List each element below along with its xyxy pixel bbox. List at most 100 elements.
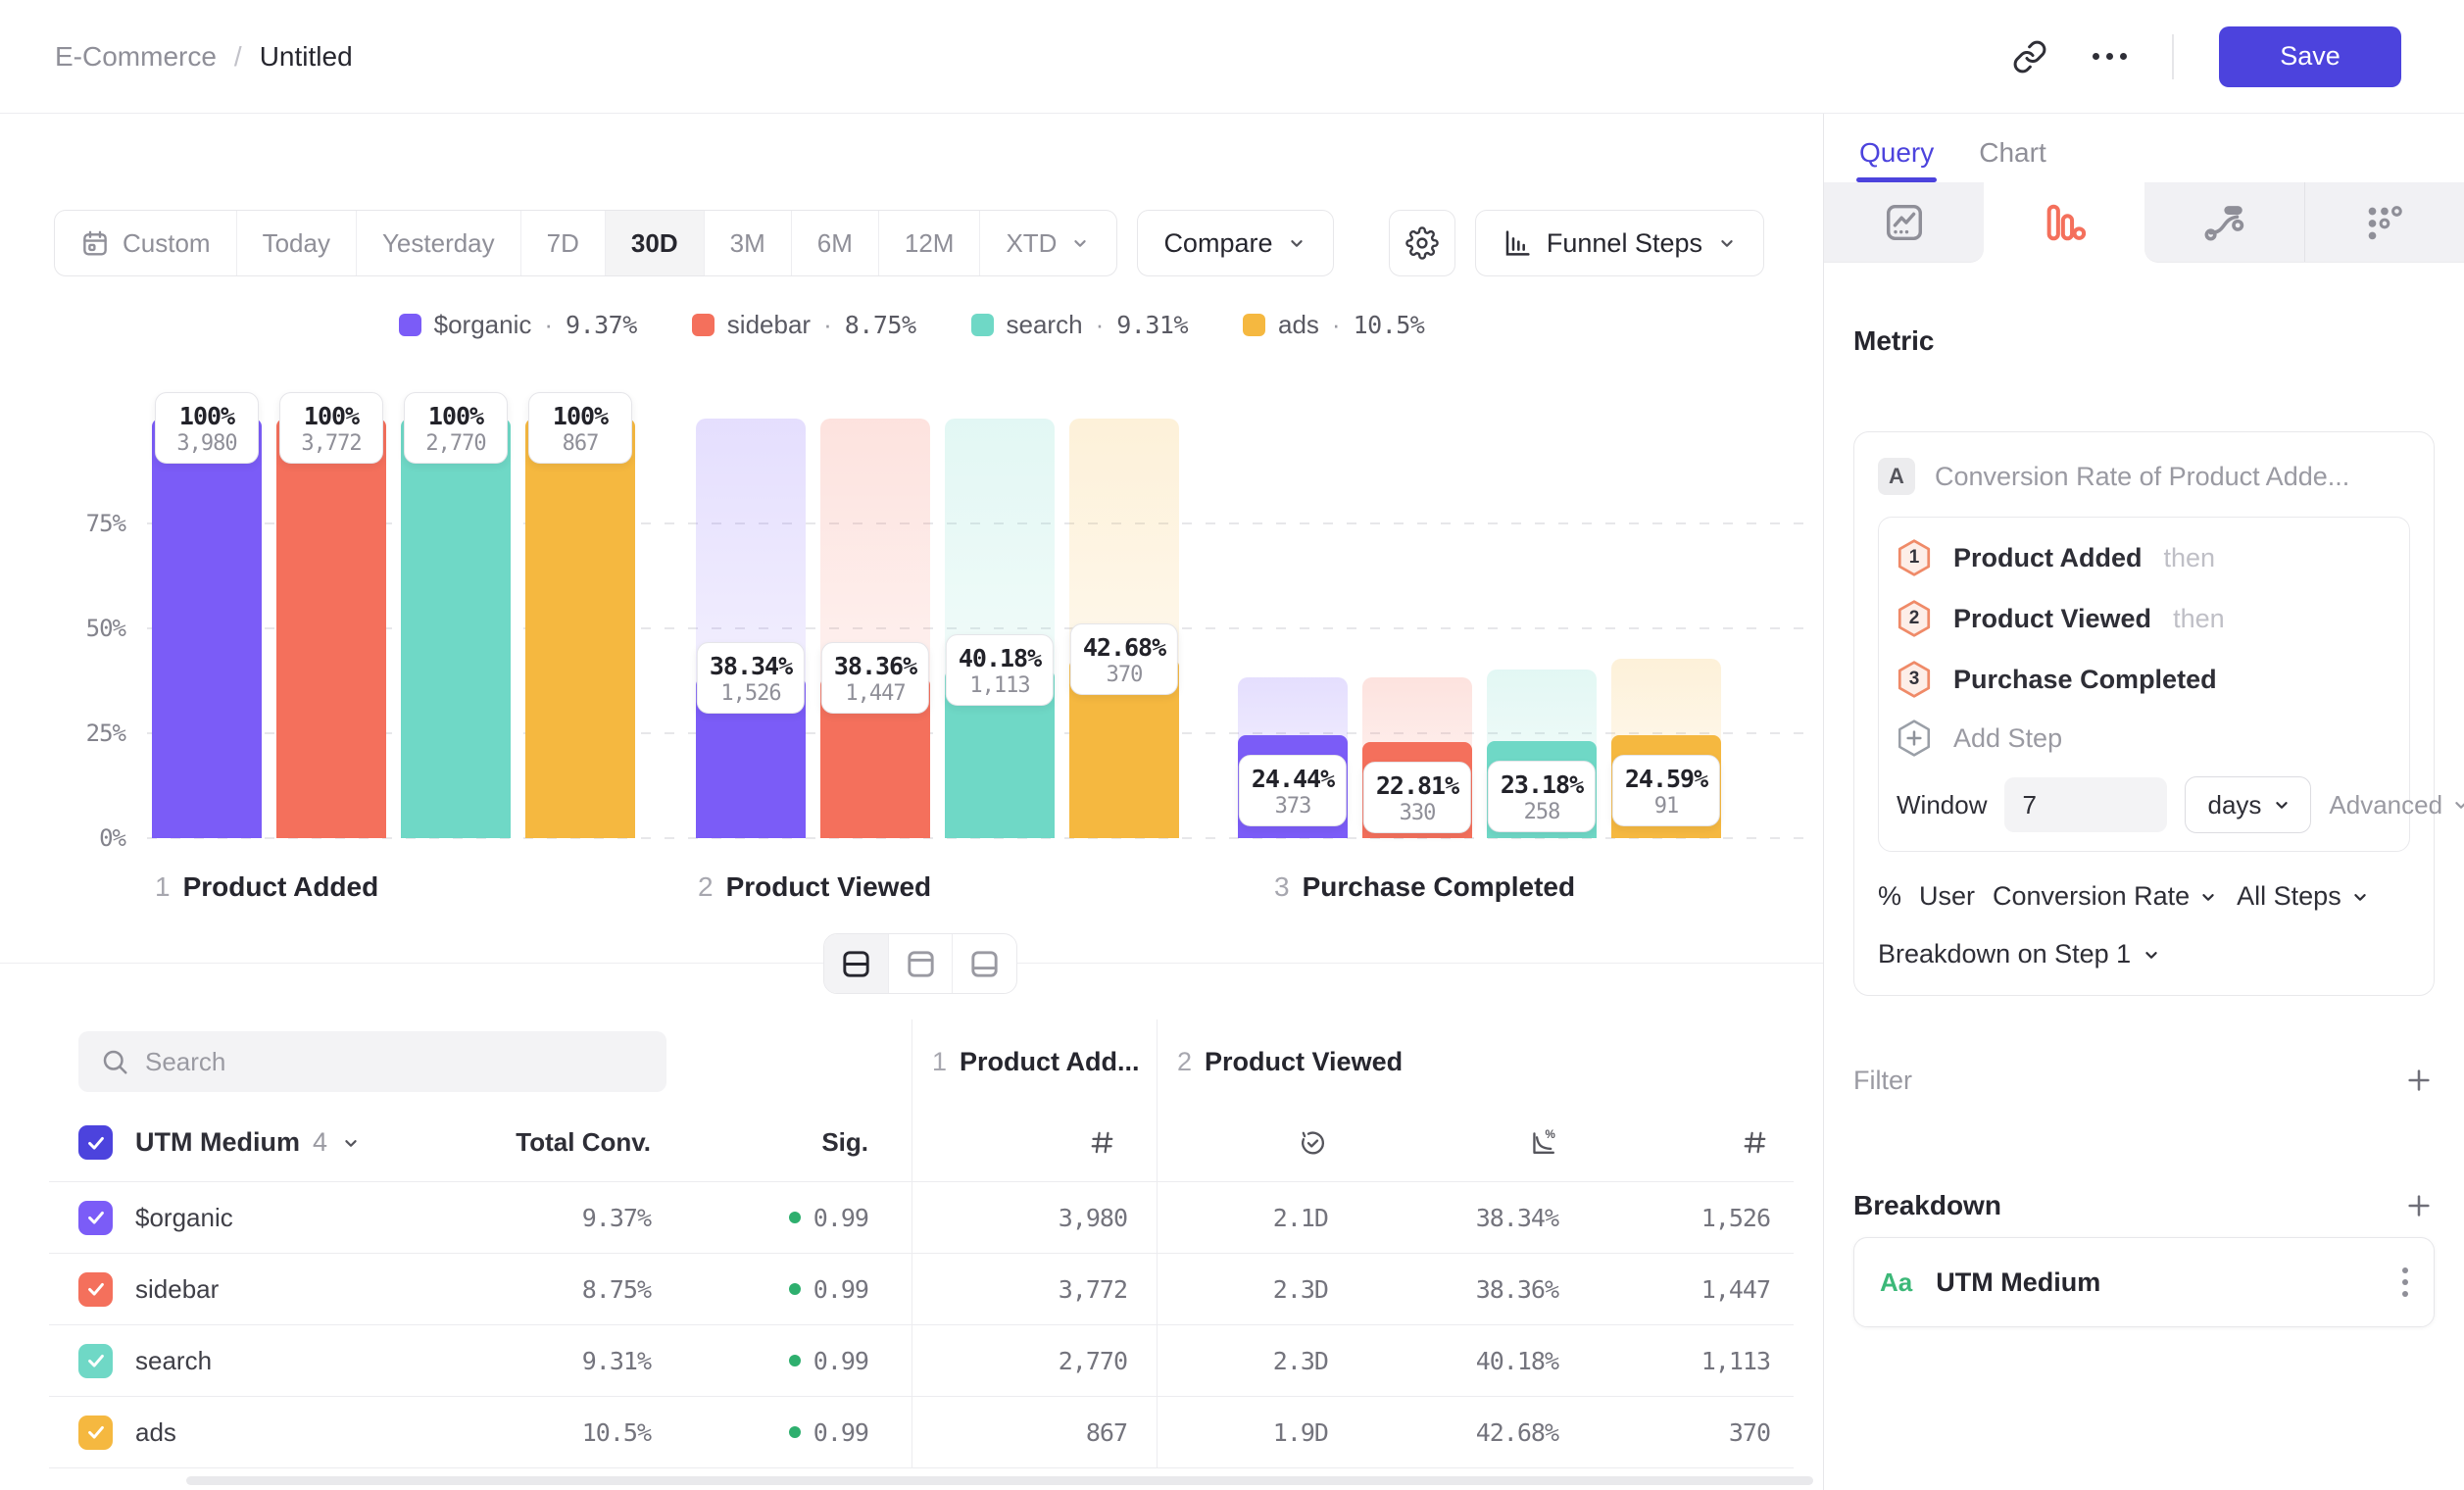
funnel-bar-ads[interactable]: 24.59%91 (1611, 419, 1721, 838)
metric-title-row[interactable]: A Conversion Rate of Product Adde... (1878, 458, 2410, 495)
row-step1-count: 867 (912, 1397, 1157, 1467)
step-badge-number: 3 (1897, 660, 1932, 699)
breakdown-item-utm-medium[interactable]: Aa UTM Medium (1853, 1237, 2435, 1327)
date-range-today[interactable]: Today (237, 211, 357, 275)
row-checkbox[interactable] (78, 1272, 113, 1307)
legend-item-ads[interactable]: ads·10.5% (1243, 310, 1424, 340)
window-unit-dropdown[interactable]: days (2185, 776, 2311, 833)
chart-settings-button[interactable] (1389, 210, 1455, 276)
chart-type-dropdown[interactable]: Funnel Steps (1475, 210, 1764, 276)
funnel-bar-ads[interactable]: 100%867 (525, 419, 635, 838)
select-all-checkbox[interactable] (78, 1125, 113, 1160)
step-name: Product Added (183, 871, 379, 903)
metric-step-3[interactable]: 3Purchase Completed (1897, 649, 2391, 710)
measure-metric-dropdown[interactable]: Conversion Rate (1993, 881, 2219, 912)
date-range-yesterday[interactable]: Yesterday (357, 211, 521, 275)
report-type-tab-retention-dots[interactable] (2304, 182, 2464, 263)
view-toggle-chart-only[interactable] (889, 934, 954, 993)
legend-label: ads (1278, 310, 1319, 340)
save-button[interactable]: Save (2219, 26, 2401, 87)
step1-count-header[interactable] (912, 1104, 1157, 1181)
chevron-down-icon (2141, 944, 2162, 966)
kebab-menu-icon[interactable] (2402, 1267, 2408, 1297)
date-range-12m[interactable]: 12M (879, 211, 981, 275)
bar-value-label: 40.18%1,113 (946, 634, 1054, 706)
legend-item-search[interactable]: search·9.31% (971, 310, 1188, 340)
breakdown-on-step-dropdown[interactable]: Breakdown on Step 1 (1878, 939, 2410, 969)
chart-legend: $organic·9.37%sidebar·8.75%search·9.31%a… (0, 310, 1823, 340)
date-range-xtd[interactable]: XTD (980, 211, 1116, 275)
date-range-label: Yesterday (382, 228, 495, 259)
date-range-30d[interactable]: 30D (606, 211, 705, 275)
metric-step-2[interactable]: 2Product Viewedthen (1897, 588, 2391, 649)
add-step-button[interactable]: Add Step (1897, 710, 2391, 767)
row-checkbox[interactable] (78, 1416, 113, 1450)
funnel-bar-sidebar[interactable]: 22.81%330 (1362, 419, 1472, 838)
advanced-dropdown[interactable]: Advanced (2329, 790, 2464, 820)
window-value-input[interactable] (2004, 777, 2167, 832)
tab-chart[interactable]: Chart (1979, 137, 2045, 182)
date-range-7d[interactable]: 7D (521, 211, 606, 275)
legend-item-organic[interactable]: $organic·9.37% (399, 310, 637, 340)
row-step2-pct: 40.18% (1367, 1325, 1598, 1396)
chevron-down-icon (2197, 886, 2219, 908)
table-row-organic: $organic9.37%0.993,9802.1D38.34%1,526 (49, 1182, 1794, 1254)
legend-separator: · (1332, 310, 1341, 340)
funnel-bar-search[interactable]: 40.18%1,113 (945, 419, 1055, 838)
legend-label: $organic (434, 310, 532, 340)
step-number: 3 (1274, 871, 1290, 903)
legend-item-sidebar[interactable]: sidebar·8.75% (692, 310, 916, 340)
view-toggle-split-view[interactable] (824, 934, 889, 993)
metric-step-1[interactable]: 1Product Addedthen (1897, 527, 2391, 588)
row-checkbox[interactable] (78, 1201, 113, 1235)
view-toggle-table-only[interactable] (953, 934, 1016, 993)
row-checkbox[interactable] (78, 1344, 113, 1378)
funnel-bar-search[interactable]: 23.18%258 (1487, 419, 1597, 838)
copy-link-icon[interactable] (2012, 39, 2047, 74)
sig-header[interactable]: Sig. (651, 1104, 912, 1181)
breadcrumb-parent[interactable]: E-Commerce (55, 41, 217, 73)
more-options-icon[interactable] (2093, 53, 2127, 60)
funnel-bar-sidebar[interactable]: 100%3,772 (276, 419, 386, 838)
search-box[interactable] (78, 1031, 666, 1092)
report-type-tab-funnel-bars[interactable] (1984, 182, 2144, 263)
row-step2-count: 1,447 (1598, 1254, 1794, 1324)
date-range-3m[interactable]: 3M (705, 211, 792, 275)
step2-conversion-header[interactable]: % (1367, 1104, 1598, 1181)
row-total-conv: 10.5% (474, 1397, 651, 1467)
add-filter-icon[interactable] (2403, 1065, 2435, 1096)
funnel-bar-organic[interactable]: 100%3,980 (152, 419, 262, 838)
group-by-header[interactable]: UTM Medium4 (122, 1104, 474, 1181)
funnel-bar-ads[interactable]: 42.68%370 (1069, 419, 1179, 838)
funnel-bar-organic[interactable]: 38.34%1,526 (696, 419, 806, 838)
report-type-tab-flows[interactable] (2144, 182, 2304, 263)
avg-time-icon (1298, 1127, 1328, 1158)
bar-pct-value: 100% (417, 402, 495, 430)
tab-query[interactable]: Query (1859, 137, 1934, 182)
row-sig: 0.99 (651, 1397, 912, 1467)
step-number-badge: 2 (1897, 599, 1932, 638)
funnel-bar-sidebar[interactable]: 38.36%1,447 (820, 419, 930, 838)
date-range-custom[interactable]: Custom (55, 211, 237, 275)
y-axis-tick: 75% (57, 510, 125, 537)
step2-count-header[interactable] (1598, 1104, 1794, 1181)
compare-button[interactable]: Compare (1137, 210, 1334, 276)
report-type-tab-insights-chart[interactable] (1824, 182, 1984, 263)
row-name: $organic (122, 1182, 474, 1253)
table-header-row: 1Product Add...2Product Viewed (49, 1019, 1794, 1104)
legend-value: 9.37% (566, 311, 637, 339)
funnel-bar-search[interactable]: 100%2,770 (401, 419, 511, 838)
measure-entity[interactable]: User (1919, 881, 1975, 912)
row-step2-time: 2.1D (1157, 1182, 1367, 1253)
breakdown-table: 1Product Add...2Product ViewedUTM Medium… (49, 1019, 1794, 1468)
date-range-label: 3M (730, 228, 765, 259)
measure-scope-dropdown[interactable]: All Steps (2237, 881, 2371, 912)
date-range-6m[interactable]: 6M (792, 211, 879, 275)
search-input[interactable] (145, 1047, 645, 1077)
horizontal-scrollbar[interactable] (186, 1476, 1813, 1485)
funnel-bar-organic[interactable]: 24.44%373 (1238, 419, 1348, 838)
step2-time-header[interactable] (1157, 1104, 1367, 1181)
add-breakdown-icon[interactable] (2403, 1190, 2435, 1221)
breadcrumb-current[interactable]: Untitled (260, 41, 353, 73)
total-conv-header[interactable]: Total Conv. (474, 1104, 651, 1181)
